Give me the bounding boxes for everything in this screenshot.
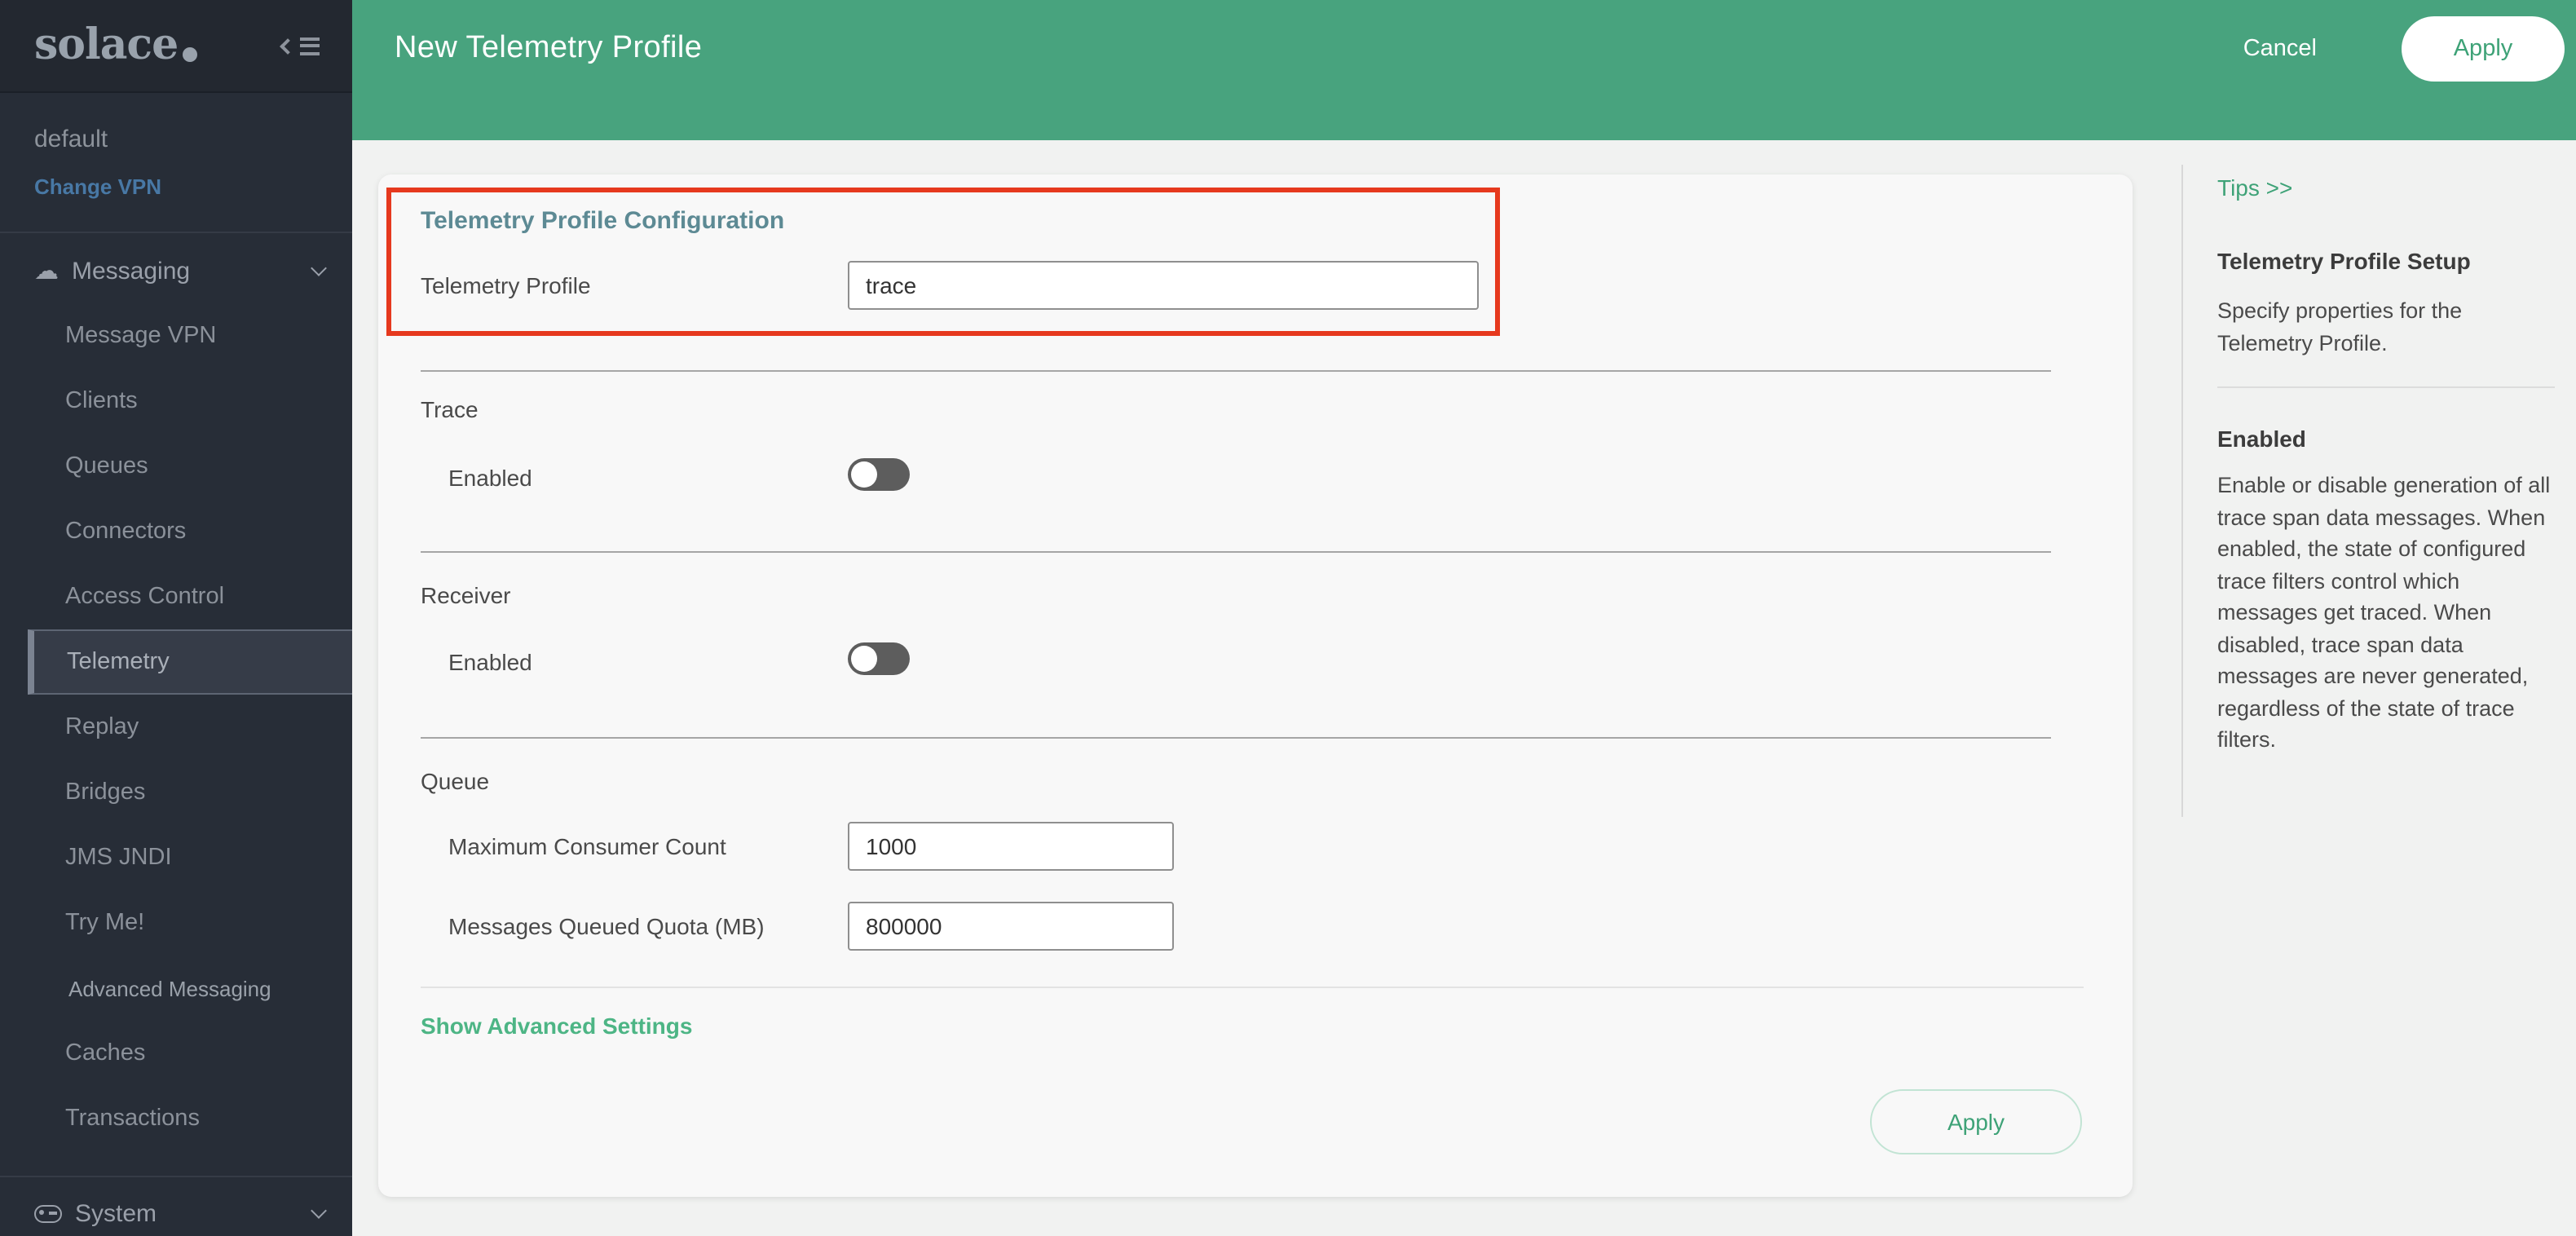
receiver-enabled-toggle[interactable]	[848, 642, 910, 675]
telemetry-profile-input[interactable]	[848, 261, 1479, 310]
sidebar-item[interactable]: Try Me!	[0, 890, 352, 956]
chevron-left-icon	[280, 38, 296, 54]
tips-setup-text: Specify properties for the Telemetry Pro…	[2217, 298, 2463, 355]
sidebar-item[interactable]: Access Control	[0, 564, 352, 629]
tips-enabled-text: Enable or disable generation of all trac…	[2217, 473, 2551, 752]
section-divider-light	[421, 987, 2084, 988]
page-title: New Telemetry Profile	[395, 31, 703, 65]
sidebar-item-label: Try Me!	[65, 910, 145, 936]
sidebar-item[interactable]: Queues	[0, 434, 352, 499]
telemetry-form-card: Telemetry Profile Configuration Telemetr…	[378, 174, 2133, 1197]
system-icon	[34, 1204, 62, 1222]
tips-enabled-heading: Enabled	[2217, 426, 2306, 452]
messaging-group-label: Messaging	[72, 257, 191, 285]
sidebar-item[interactable]: Connectors	[0, 499, 352, 564]
apply-button-header[interactable]: Apply	[2402, 16, 2565, 82]
sidebar-item-label: Connectors	[65, 519, 187, 545]
tips-setup-heading: Telemetry Profile Setup	[2217, 248, 2471, 274]
hamburger-icon	[300, 37, 320, 55]
queue-field-input[interactable]	[848, 822, 1174, 871]
sidebar-item-label: Caches	[65, 1040, 146, 1066]
tips-panel-divider	[2181, 165, 2183, 817]
queue-field-label: Maximum Consumer Count	[448, 833, 726, 859]
page-header: New Telemetry Profile Cancel Apply	[352, 0, 2576, 140]
sidebar-item-label: Transactions	[65, 1106, 200, 1132]
sidebar-item-label: JMS JNDI	[65, 845, 172, 871]
sidebar-item[interactable]: Telemetry	[28, 629, 352, 695]
sidebar-collapse-icon[interactable]	[280, 37, 320, 55]
queue-field-input[interactable]	[848, 902, 1174, 951]
chevron-down-icon	[311, 1202, 327, 1218]
queue-field-label: Messages Queued Quota (MB)	[448, 913, 765, 939]
chevron-down-icon	[311, 259, 327, 276]
sidebar-item-label: Queues	[65, 453, 148, 479]
section-divider	[421, 551, 2051, 553]
logo-dot-icon	[183, 46, 198, 61]
receiver-enabled-label: Enabled	[448, 649, 532, 675]
toggle-knob	[851, 646, 877, 672]
sidebar-divider	[0, 232, 352, 233]
config-section-heading: Telemetry Profile Configuration	[421, 207, 785, 235]
sidebar-item-label: Bridges	[65, 779, 146, 806]
sidebar-item[interactable]: Replay	[0, 695, 352, 760]
queue-section-label: Queue	[421, 768, 490, 794]
sidebar-item[interactable]: Bridges	[0, 760, 352, 825]
sidebar-item-messaging[interactable]: ☁ Messaging	[0, 238, 352, 303]
sidebar-nav: Message VPN Clients Queues Connectors Ac…	[0, 303, 352, 1151]
queue-field-row: Messages Queued Quota (MB)	[448, 902, 1174, 951]
receiver-section-label: Receiver	[421, 582, 511, 608]
system-group-label: System	[75, 1199, 157, 1227]
sidebar-item-label: Advanced Messaging	[68, 976, 271, 1000]
current-vpn-name: default	[34, 126, 108, 153]
tips-divider-line	[2217, 386, 2555, 388]
apply-button-form[interactable]: Apply	[1870, 1089, 2082, 1154]
queue-field-row: Maximum Consumer Count	[448, 822, 1174, 871]
page-header-inner: New Telemetry Profile Cancel Apply	[352, 0, 2576, 98]
cloud-icon: ☁	[34, 255, 59, 285]
section-divider	[421, 737, 2051, 739]
sidebar-divider	[0, 1176, 352, 1177]
logo-bar: solace	[0, 0, 352, 93]
change-vpn-link[interactable]: Change VPN	[34, 174, 161, 199]
sidebar-item[interactable]: Advanced Messaging	[0, 956, 352, 1021]
sidebar-item-label: Message VPN	[65, 323, 217, 349]
sidebar-item-label: Access Control	[65, 584, 225, 610]
sidebar-item-label: Clients	[65, 388, 138, 414]
solace-logo-text: solace	[34, 21, 179, 70]
sidebar-item[interactable]: Transactions	[0, 1086, 352, 1151]
trace-enabled-toggle[interactable]	[848, 458, 910, 491]
sidebar-item-label: Telemetry	[67, 649, 170, 675]
cancel-button[interactable]: Cancel	[2243, 36, 2317, 62]
tips-link[interactable]: Tips >>	[2217, 174, 2292, 201]
app-root: solace default Change VPN ☁ Messaging Me…	[0, 0, 2576, 1236]
solace-logo: solace	[34, 21, 198, 70]
toggle-knob	[851, 461, 877, 488]
sidebar-item-label: Replay	[65, 714, 139, 740]
telemetry-profile-label: Telemetry Profile	[421, 272, 591, 298]
sidebar-item[interactable]: Clients	[0, 369, 352, 434]
trace-section-label: Trace	[421, 396, 479, 422]
main-content: Telemetry Profile Configuration Telemetr…	[352, 140, 2576, 1236]
sidebar: solace default Change VPN ☁ Messaging Me…	[0, 0, 352, 1236]
trace-enabled-label: Enabled	[448, 465, 532, 491]
sidebar-item[interactable]: Caches	[0, 1021, 352, 1086]
header-actions: Cancel Apply	[2243, 16, 2565, 82]
sidebar-item-system[interactable]: System	[0, 1181, 352, 1236]
section-divider	[421, 370, 2051, 372]
sidebar-item[interactable]: JMS JNDI	[0, 825, 352, 890]
sidebar-item[interactable]: Message VPN	[0, 303, 352, 369]
show-advanced-settings-link[interactable]: Show Advanced Settings	[421, 1013, 692, 1039]
